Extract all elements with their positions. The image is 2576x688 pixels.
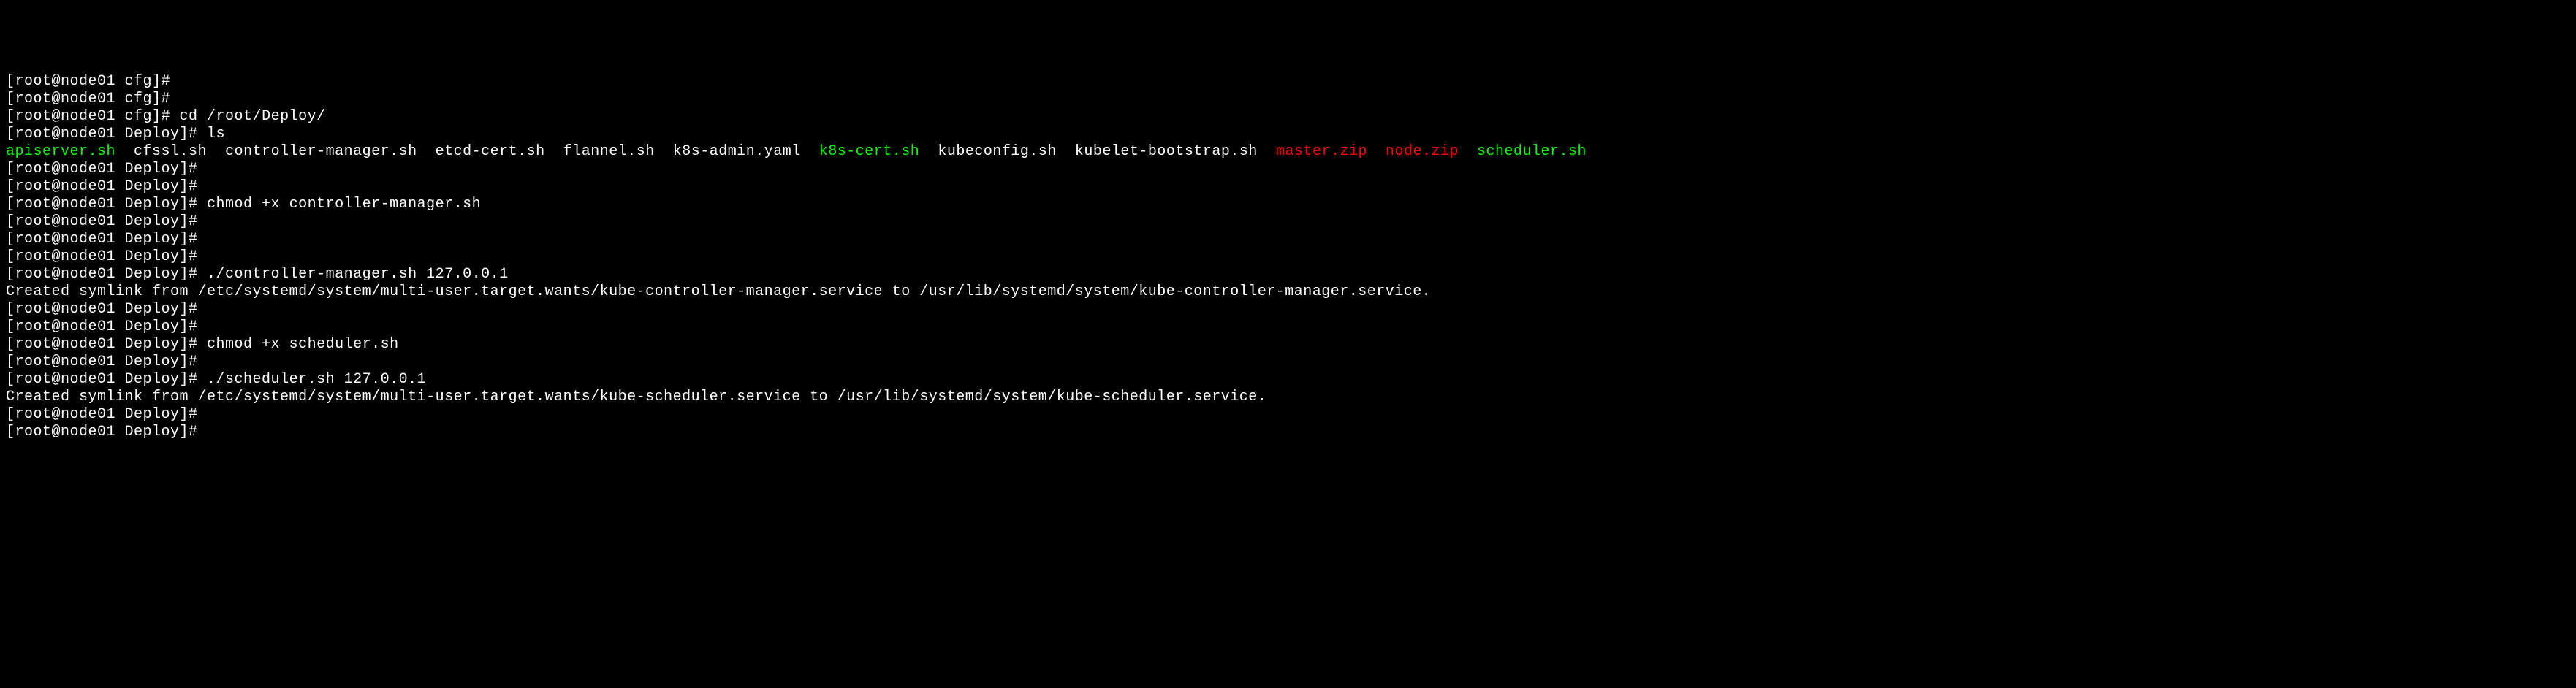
prompt-line: [root@node01 Deploy]# — [6, 406, 2570, 424]
command-text: cd /root/Deploy/ — [180, 108, 326, 125]
prompt-line: [root@node01 Deploy]# — [6, 231, 2570, 248]
shell-prompt: [root@node01 Deploy]# — [6, 231, 207, 248]
prompt-line: [root@node01 Deploy]# — [6, 161, 2570, 178]
file-regular: controller-manager.sh — [225, 143, 417, 160]
shell-prompt: [root@node01 Deploy]# — [6, 371, 207, 388]
file-regular: cfssl.sh — [134, 143, 207, 160]
command-text: chmod +x controller-manager.sh — [207, 196, 481, 213]
shell-prompt: [root@node01 Deploy]# — [6, 178, 207, 195]
file-regular: flannel.sh — [563, 143, 655, 160]
shell-prompt: [root@node01 Deploy]# — [6, 196, 207, 213]
shell-prompt: [root@node01 Deploy]# — [6, 248, 207, 265]
shell-prompt: [root@node01 Deploy]# — [6, 353, 207, 370]
file-regular: etcd-cert.sh — [436, 143, 545, 160]
command-text: ./scheduler.sh 127.0.0.1 — [207, 371, 426, 388]
prompt-line: [root@node01 Deploy]# — [6, 301, 2570, 318]
prompt-line: [root@node01 Deploy]# — [6, 318, 2570, 336]
output-line: Created symlink from /etc/systemd/system… — [6, 283, 2570, 301]
command-text: ls — [207, 126, 225, 142]
shell-prompt: [root@node01 Deploy]# — [6, 318, 207, 335]
prompt-line: [root@node01 Deploy]# — [6, 178, 2570, 196]
output-line: Created symlink from /etc/systemd/system… — [6, 389, 2570, 406]
file-regular: kubeconfig.sh — [938, 143, 1057, 160]
terminal-output[interactable]: [root@node01 cfg]# [root@node01 cfg]# [r… — [6, 73, 2570, 441]
shell-prompt: [root@node01 Deploy]# — [6, 406, 207, 423]
command-line: [root@node01 Deploy]# ls — [6, 126, 2570, 143]
file-executable: apiserver.sh — [6, 143, 115, 160]
shell-prompt: [root@node01 Deploy]# — [6, 424, 207, 440]
command-text: chmod +x scheduler.sh — [207, 336, 399, 353]
command-line: [root@node01 Deploy]# ./controller-manag… — [6, 266, 2570, 283]
file-archive: node.zip — [1386, 143, 1459, 160]
output-text: Created symlink from /etc/systemd/system… — [6, 389, 1266, 405]
prompt-line: [root@node01 Deploy]# — [6, 248, 2570, 266]
shell-prompt: [root@node01 Deploy]# — [6, 126, 207, 142]
shell-prompt: [root@node01 cfg]# — [6, 73, 180, 90]
output-text: Created symlink from /etc/systemd/system… — [6, 283, 1431, 300]
file-executable: k8s-cert.sh — [819, 143, 920, 160]
command-line: [root@node01 cfg]# cd /root/Deploy/ — [6, 108, 2570, 126]
prompt-line: [root@node01 Deploy]# — [6, 424, 2570, 441]
command-line: [root@node01 Deploy]# chmod +x scheduler… — [6, 336, 2570, 353]
shell-prompt: [root@node01 Deploy]# — [6, 213, 207, 230]
ls-output: apiserver.sh cfssl.sh controller-manager… — [6, 143, 2570, 161]
prompt-line: [root@node01 cfg]# — [6, 91, 2570, 108]
prompt-line: [root@node01 Deploy]# — [6, 213, 2570, 231]
shell-prompt: [root@node01 Deploy]# — [6, 161, 207, 177]
shell-prompt: [root@node01 cfg]# — [6, 91, 180, 107]
command-line: [root@node01 Deploy]# chmod +x controlle… — [6, 196, 2570, 213]
shell-prompt: [root@node01 Deploy]# — [6, 336, 207, 353]
prompt-line: [root@node01 Deploy]# — [6, 353, 2570, 371]
shell-prompt: [root@node01 cfg]# — [6, 108, 180, 125]
file-executable: scheduler.sh — [1477, 143, 1587, 160]
prompt-line: [root@node01 cfg]# — [6, 73, 2570, 91]
shell-prompt: [root@node01 Deploy]# — [6, 266, 207, 283]
file-regular: k8s-admin.yaml — [673, 143, 801, 160]
shell-prompt: [root@node01 Deploy]# — [6, 301, 207, 318]
file-regular: kubelet-bootstrap.sh — [1075, 143, 1258, 160]
file-archive: master.zip — [1276, 143, 1367, 160]
command-line: [root@node01 Deploy]# ./scheduler.sh 127… — [6, 371, 2570, 389]
command-text: ./controller-manager.sh 127.0.0.1 — [207, 266, 509, 283]
